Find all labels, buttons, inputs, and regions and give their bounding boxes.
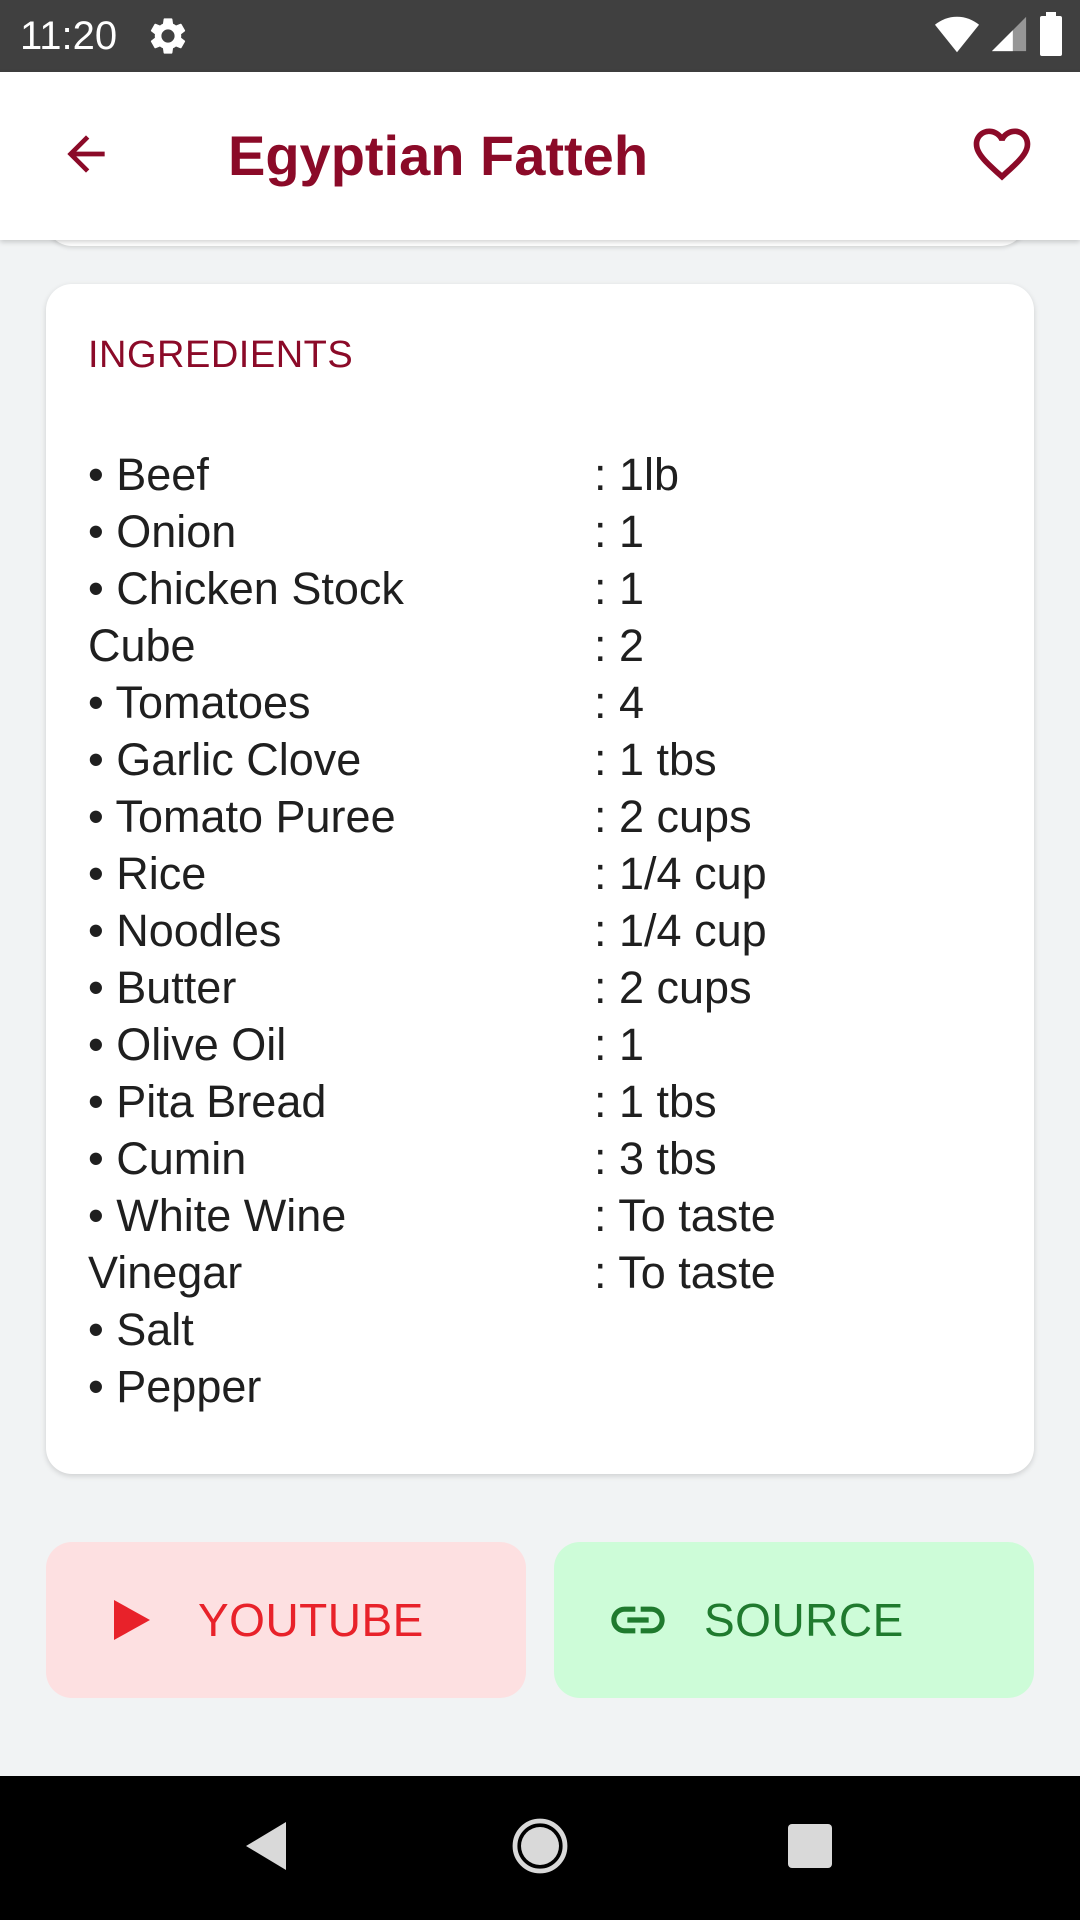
ingredient-name: • Cumin (88, 1133, 247, 1184)
youtube-button-label: YOUTUBE (198, 1594, 424, 1646)
arrow-back-icon (58, 126, 114, 187)
ingredients-heading: INGREDIENTS (88, 334, 354, 376)
ingredient-measure: : 2 cups (594, 791, 752, 842)
battery-icon (1038, 11, 1064, 61)
ingredient-name: Cube (88, 620, 196, 671)
ingredient-measure: : 1 (594, 506, 645, 557)
heart-outline-icon (968, 120, 1036, 193)
ingredient-measures-list: : 1lb : 1 : 1 : 2 : 4 : 1 tbs : 2 cups :… (594, 446, 994, 1301)
link-icon (602, 1590, 674, 1650)
ingredient-measure: : 1 tbs (594, 734, 717, 785)
ingredient-name: • Butter (88, 962, 237, 1013)
favorite-button[interactable] (956, 110, 1048, 202)
signal-icon (990, 14, 1028, 59)
ingredient-name: • Tomatoes (88, 677, 311, 728)
settings-icon (146, 14, 190, 58)
ingredient-name: Vinegar (88, 1247, 243, 1298)
ingredient-name: • Salt (88, 1304, 194, 1355)
play-icon (102, 1590, 162, 1650)
ingredient-measure: : 1 (594, 1019, 645, 1070)
back-button[interactable] (44, 114, 128, 198)
ingredient-name: • Onion (88, 506, 237, 557)
nav-back-button[interactable] (226, 1808, 306, 1888)
ingredient-measure: : 2 (594, 620, 645, 671)
nav-home-icon (512, 1818, 568, 1879)
youtube-button[interactable]: YOUTUBE (46, 1542, 526, 1698)
nav-back-icon (242, 1820, 290, 1877)
ingredient-measure: : 3 tbs (594, 1133, 717, 1184)
status-time: 11:20 (20, 14, 118, 58)
app-bar: Egyptian Fatteh (0, 72, 1080, 240)
ingredient-measure: : To taste (594, 1247, 776, 1298)
ingredient-name: • Pepper (88, 1361, 262, 1412)
source-button[interactable]: SOURCE (554, 1542, 1034, 1698)
ingredient-measure: : 4 (594, 677, 645, 728)
ingredient-name: • Olive Oil (88, 1019, 287, 1070)
wifi-icon (934, 14, 980, 59)
nav-recents-icon (786, 1822, 834, 1875)
previous-card (46, 240, 1026, 246)
ingredient-name: • White Wine (88, 1190, 347, 1241)
ingredient-name: • Garlic Clove (88, 734, 362, 785)
nav-home-button[interactable] (500, 1808, 580, 1888)
ingredient-measure: : 1 (594, 563, 645, 614)
navigation-bar (0, 1776, 1080, 1920)
nav-recents-button[interactable] (770, 1808, 850, 1888)
ingredient-measure: : To taste (594, 1190, 776, 1241)
ingredient-measure: : 2 cups (594, 962, 752, 1013)
ingredient-name: • Tomato Puree (88, 791, 396, 842)
ingredient-measure: : 1lb (594, 449, 680, 500)
page-title: Egyptian Fatteh (228, 124, 649, 187)
ingredients-card: INGREDIENTS • Beef • Onion • Chicken Sto… (46, 284, 1034, 1474)
ingredient-name: • Chicken Stock (88, 563, 404, 614)
ingredient-measure: : 1 tbs (594, 1076, 717, 1127)
status-bar: 11:20 (0, 0, 1080, 72)
ingredient-name: • Rice (88, 848, 207, 899)
ingredient-measure: : 1/4 cup (594, 905, 767, 956)
status-icons (934, 11, 1064, 61)
ingredient-name: • Beef (88, 449, 209, 500)
source-button-label: SOURCE (704, 1594, 904, 1646)
ingredient-name: • Pita Bread (88, 1076, 327, 1127)
recipe-content[interactable]: INGREDIENTS • Beef • Onion • Chicken Sto… (0, 240, 1080, 1776)
ingredient-names-list: • Beef • Onion • Chicken Stock Cube • To… (88, 446, 568, 1415)
ingredient-measure: : 1/4 cup (594, 848, 767, 899)
ingredient-name: • Noodles (88, 905, 282, 956)
